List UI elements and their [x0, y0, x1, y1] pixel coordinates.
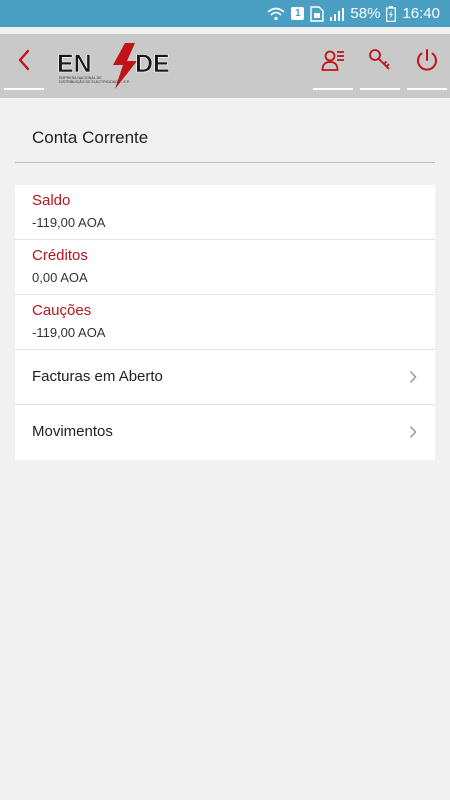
balance-value: -119,00 AOA: [32, 215, 106, 230]
svg-text:DISTRIBUIÇÃO DE ELECTRICIDADE: DISTRIBUIÇÃO DE ELECTRICIDADE - E.P.: [59, 79, 130, 84]
balance-row-caucoes: Cauções -119,00 AOA: [15, 295, 435, 350]
balance-label: Saldo: [32, 192, 71, 209]
balance-row-saldo: Saldo -119,00 AOA: [15, 185, 435, 240]
sim-badge: 1: [291, 7, 305, 20]
battery-percent: 58%: [350, 5, 381, 22]
svg-text:DE: DE: [135, 50, 170, 78]
status-bar: 1 58% 16:40: [0, 0, 450, 27]
sim-card-icon: [310, 5, 325, 22]
wifi-icon: [267, 7, 285, 21]
user-list-icon: [321, 48, 345, 77]
page-title: Conta Corrente: [32, 128, 149, 147]
battery-charging-icon: [386, 5, 397, 22]
signal-icon: [330, 7, 345, 21]
key-button[interactable]: [360, 34, 400, 90]
chevron-right-icon: [409, 425, 417, 444]
balance-row-creditos: Créditos 0,00 AOA: [15, 240, 435, 295]
title-divider: [15, 162, 435, 163]
back-button[interactable]: [4, 34, 44, 90]
movements-label: Movimentos: [32, 423, 113, 440]
deposits-value: -119,00 AOA: [32, 325, 106, 340]
ende-logo: EN DE EMPRESA NACIONAL DE DISTRIBUIÇÃO D…: [57, 41, 187, 91]
open-invoices-item[interactable]: Facturas em Aberto: [15, 350, 435, 405]
clock: 16:40: [402, 5, 440, 22]
open-invoices-label: Facturas em Aberto: [32, 368, 163, 385]
deposits-label: Cauções: [32, 302, 92, 319]
movements-item[interactable]: Movimentos: [15, 405, 435, 460]
account-card: Saldo -119,00 AOA Créditos 0,00 AOA Cauç…: [15, 185, 435, 460]
chevron-right-icon: [409, 370, 417, 389]
chevron-left-icon: [17, 49, 31, 76]
power-icon: [415, 48, 439, 77]
credits-label: Créditos: [32, 247, 88, 264]
key-icon: [368, 48, 392, 77]
credits-value: 0,00 AOA: [32, 270, 88, 285]
svg-text:EN: EN: [57, 50, 92, 78]
logout-button[interactable]: [407, 34, 447, 90]
app-header: EN DE EMPRESA NACIONAL DE DISTRIBUIÇÃO D…: [0, 34, 450, 98]
profile-button[interactable]: [313, 34, 353, 90]
